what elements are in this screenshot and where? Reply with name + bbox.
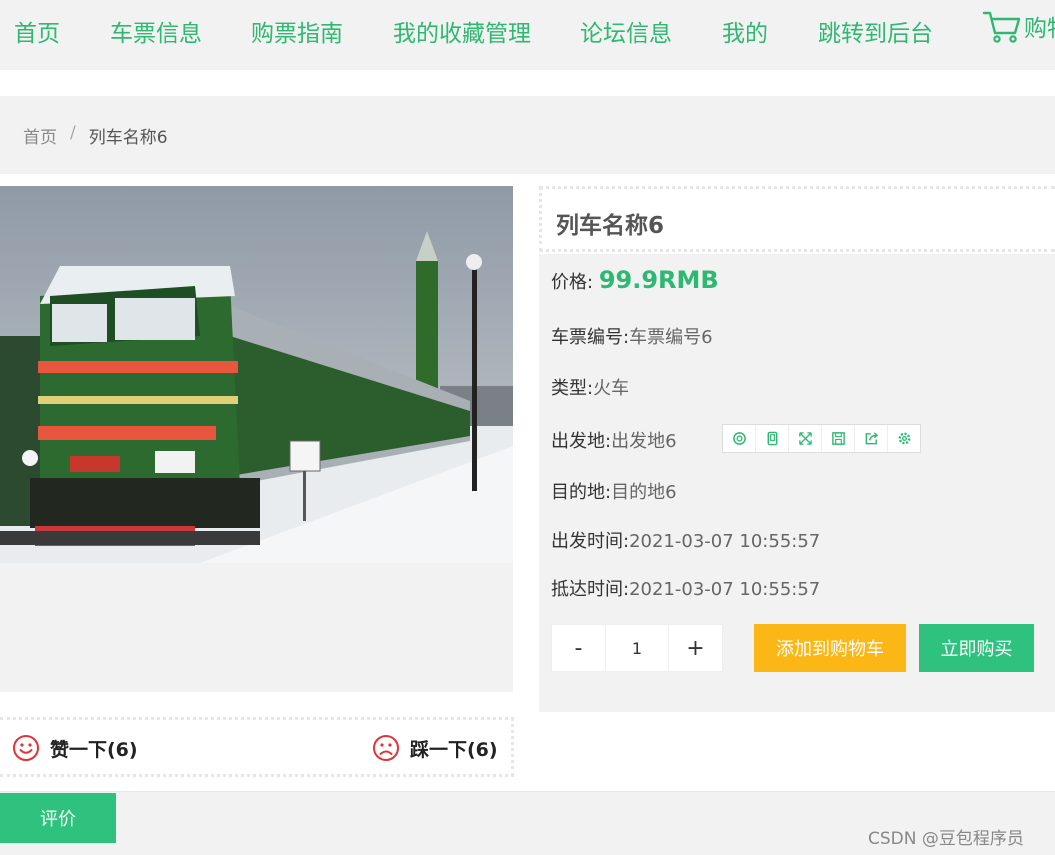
quantity-stepper: - + <box>551 624 723 672</box>
cart-label: 购物车 <box>1024 16 1055 42</box>
copy-button[interactable] <box>723 425 756 452</box>
destination-label: 目的地: <box>551 482 612 503</box>
nav-forum[interactable]: 论坛信息 <box>580 14 672 48</box>
type-value: 火车 <box>593 378 630 399</box>
share-icon <box>865 432 878 445</box>
arrive-label: 抵达时间: <box>551 579 630 600</box>
nav-mine[interactable]: 我的 <box>722 14 768 48</box>
fullscreen-icon <box>798 432 812 445</box>
breadcrumb: 首页 / 列车名称6 <box>23 123 168 148</box>
nav-home[interactable]: 首页 <box>14 14 60 48</box>
product-title: 列车名称6 <box>556 213 665 239</box>
settings-button[interactable] <box>888 425 920 452</box>
breadcrumb-bar: 首页 / 列车名称6 <box>0 96 1055 174</box>
product-image <box>0 186 513 563</box>
mobile-button[interactable] <box>756 425 789 452</box>
dislike-button[interactable]: 踩一下(6) <box>372 734 498 762</box>
frown-icon <box>373 735 399 761</box>
quantity-minus-button[interactable]: - <box>551 624 606 672</box>
price-row: 价格: 99.9RMB <box>551 266 719 294</box>
origin-row: 出发地:出发地6 <box>551 427 677 453</box>
depart-row: 出发时间:2021-03-07 10:55:57 <box>551 527 820 553</box>
breadcrumb-current: 列车名称6 <box>88 128 168 148</box>
fullscreen-button[interactable] <box>789 425 822 452</box>
smile-icon <box>13 735 39 761</box>
product-info: 价格: 99.9RMB 车票编号:车票编号6 类型:火车 出发地:出发地6 目的… <box>539 254 1055 712</box>
origin-label: 出发地: <box>551 431 612 452</box>
save-icon <box>831 432 845 445</box>
mobile-icon <box>767 431 777 446</box>
add-to-cart-button[interactable]: 添加到购物车 <box>754 624 906 672</box>
cart-icon <box>982 11 1021 43</box>
floating-toolbar <box>722 424 921 453</box>
breadcrumb-separator: / <box>70 123 76 143</box>
tab-reviews[interactable]: 评价 <box>0 793 116 843</box>
origin-value: 出发地6 <box>611 431 677 452</box>
product-image-area <box>0 186 513 692</box>
vote-box: 赞一下(6) 踩一下(6) <box>0 717 514 777</box>
price-value: 99.9RMB <box>598 266 719 294</box>
nav-purchase-guide[interactable]: 购票指南 <box>251 14 343 48</box>
destination-row: 目的地:目的地6 <box>551 478 677 504</box>
settings-icon <box>898 432 910 445</box>
dislike-label: 踩一下(6) <box>410 738 498 761</box>
ticket-no-label: 车票编号: <box>551 327 630 348</box>
product-title-box: 列车名称6 <box>539 186 1055 252</box>
destination-value: 目的地6 <box>611 482 677 503</box>
type-row: 类型:火车 <box>551 374 629 400</box>
depart-value: 2021-03-07 10:55:57 <box>629 531 821 552</box>
ticket-no-row: 车票编号:车票编号6 <box>551 323 713 349</box>
like-button[interactable]: 赞一下(6) <box>12 734 138 762</box>
price-label: 价格: <box>551 272 594 293</box>
type-label: 类型: <box>551 378 594 399</box>
top-nav: 首页 车票信息 购票指南 我的收藏管理 论坛信息 我的 跳转到后台 购物车 <box>0 0 1055 70</box>
nav-admin[interactable]: 跳转到后台 <box>818 14 933 48</box>
arrive-row: 抵达时间:2021-03-07 10:55:57 <box>551 575 820 601</box>
buy-now-button[interactable]: 立即购买 <box>919 624 1034 672</box>
save-button[interactable] <box>822 425 855 452</box>
copy-icon <box>732 432 746 445</box>
quantity-input[interactable] <box>606 624 668 672</box>
watermark: CSDN @豆包程序员 <box>868 829 1024 849</box>
breadcrumb-home[interactable]: 首页 <box>23 123 57 148</box>
like-label: 赞一下(6) <box>50 738 138 761</box>
ticket-no-value: 车票编号6 <box>629 327 713 348</box>
nav-cart[interactable]: 购物车 <box>982 8 1055 44</box>
quantity-plus-button[interactable]: + <box>668 624 723 672</box>
depart-label: 出发时间: <box>551 531 630 552</box>
nav-ticket-info[interactable]: 车票信息 <box>110 14 202 48</box>
nav-favorites[interactable]: 我的收藏管理 <box>393 14 531 48</box>
share-button[interactable] <box>855 425 888 452</box>
arrive-value: 2021-03-07 10:55:57 <box>629 579 821 600</box>
